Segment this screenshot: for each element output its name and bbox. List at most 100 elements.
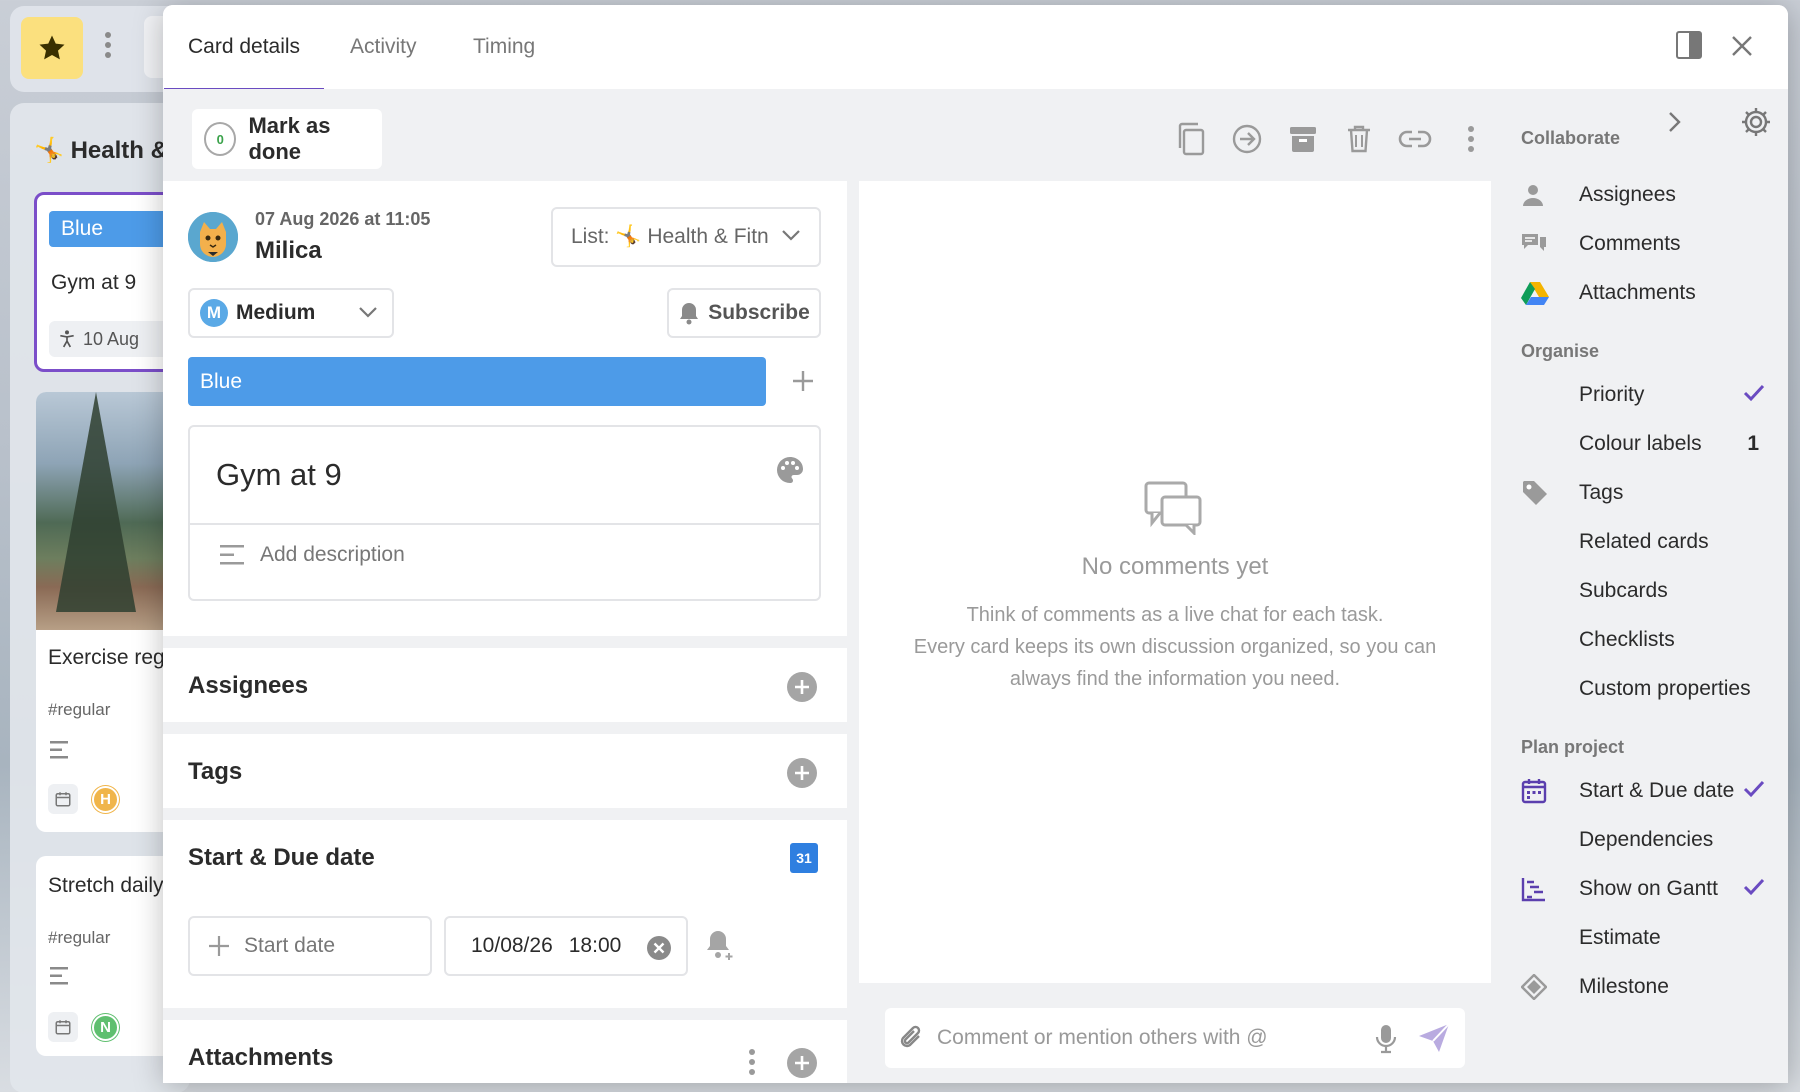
drive-icon [1521, 281, 1561, 305]
exercise-icon [57, 329, 77, 349]
due-date-input[interactable]: 10/08/26 18:00 [444, 916, 688, 976]
section-title: Attachments [188, 1044, 334, 1071]
card-tag: #regular [48, 928, 111, 947]
microphone-icon[interactable] [1375, 1024, 1397, 1054]
add-tag-button[interactable] [787, 758, 817, 788]
move-icon[interactable] [1229, 121, 1265, 157]
sidebar-item-estimate[interactable]: Estimate [1521, 918, 1771, 958]
send-icon[interactable] [1417, 1022, 1451, 1054]
sidebar-item-comments[interactable]: Comments [1521, 224, 1771, 264]
colour-label[interactable]: Blue [188, 357, 766, 406]
comments-empty-icon [1144, 481, 1204, 535]
description-icon [220, 543, 246, 567]
sidebar-item-attachments[interactable]: Attachments [1521, 273, 1771, 313]
more-icon[interactable] [1453, 121, 1489, 157]
calendar-icon [1521, 778, 1561, 804]
board-more-icon[interactable] [104, 30, 112, 60]
archive-icon[interactable] [1285, 121, 1321, 157]
avatar: H [92, 786, 119, 813]
gantt-icon [1521, 876, 1561, 902]
add-attachment-button[interactable] [787, 1048, 817, 1078]
card-title: Gym at 9 [51, 271, 137, 294]
list-select[interactable]: List: 🤸 Health & Fitn [551, 207, 821, 267]
author-name: Milica [255, 237, 322, 264]
sidebar-item-show-on-gantt[interactable]: Show on Gantt [1521, 869, 1771, 909]
calendar-icon [48, 1012, 78, 1042]
bell-icon [678, 301, 700, 325]
sidebar-item-custom-properties[interactable]: Custom properties [1521, 669, 1771, 709]
person-icon [1521, 183, 1561, 207]
delete-icon[interactable] [1341, 121, 1377, 157]
avatar [188, 212, 238, 262]
copy-icon[interactable] [1173, 121, 1209, 157]
card-toolbar [1173, 121, 1489, 157]
sidebar-item-colour-labels[interactable]: Colour labels 1 [1521, 424, 1771, 464]
tab-timing[interactable]: Timing [473, 5, 535, 89]
card-tag: #regular [48, 700, 111, 719]
attachments-section: Attachments [163, 1020, 847, 1083]
sidebar-item-related-cards[interactable]: Related cards [1521, 522, 1771, 562]
star-icon [37, 33, 67, 63]
check-icon [1743, 779, 1765, 799]
priority-select[interactable]: M Medium [188, 288, 394, 338]
card-details-modal: Card details Activity Timing 0 Mark as d… [163, 5, 1788, 1083]
cover-tree [56, 392, 136, 612]
calendar-icon [48, 784, 78, 814]
card-features-sidebar: Collaborate Assignees Comments Attachmen… [1503, 89, 1788, 1083]
tab-activity[interactable]: Activity [350, 5, 417, 89]
sidebar-heading-organise: Organise [1521, 341, 1600, 361]
close-icon[interactable] [1731, 35, 1753, 57]
card-title: Stretch daily [48, 874, 164, 897]
list-title: 🤸 Health & [34, 137, 168, 164]
sidebar-item-priority[interactable]: Priority [1521, 375, 1771, 415]
section-title: Start & Due date [188, 844, 375, 871]
subscribe-button[interactable]: Subscribe [667, 288, 821, 338]
avatar: N [92, 1014, 119, 1041]
comment-input[interactable] [937, 1026, 1337, 1050]
sidebar-heading-collaborate: Collaborate [1521, 128, 1621, 148]
sidebar-item-assignees[interactable]: Assignees [1521, 175, 1771, 215]
tab-card-details[interactable]: Card details [163, 5, 325, 91]
tab-bar: Card details Activity Timing [163, 5, 1788, 91]
plus-icon [208, 935, 230, 957]
paperclip-icon[interactable] [899, 1023, 925, 1053]
card-title[interactable]: Gym at 9 [216, 457, 342, 493]
add-assignee-button[interactable] [787, 672, 817, 702]
favorite-button[interactable] [21, 17, 83, 79]
add-description[interactable]: Add description [220, 543, 405, 567]
start-date-input[interactable]: Start date [188, 916, 432, 976]
priority-badge: M [200, 299, 228, 327]
sidebar-item-dependencies[interactable]: Dependencies [1521, 820, 1771, 860]
comments-icon [1521, 232, 1561, 256]
sidebar-item-start-due-date[interactable]: Start & Due date [1521, 771, 1771, 811]
sidebar-item-checklists[interactable]: Checklists [1521, 620, 1771, 660]
sidebar-item-subcards[interactable]: Subcards [1521, 571, 1771, 611]
card-header-panel: 07 Aug 2026 at 11:05 Milica List: 🤸 Heal… [163, 181, 847, 636]
section-title: Assignees [188, 672, 309, 699]
divider [190, 523, 819, 525]
mark-as-done-button[interactable]: 0 Mark as done [192, 109, 382, 169]
comment-box [885, 1008, 1465, 1068]
empty-state-text: Think of comments as a live chat for eac… [913, 604, 1437, 690]
more-icon[interactable] [748, 1048, 756, 1076]
sidebar-item-tags[interactable]: Tags [1521, 473, 1771, 513]
assignees-section: Assignees [163, 648, 847, 722]
chevron-down-icon [781, 228, 801, 242]
count-badge: 1 [1747, 432, 1759, 455]
milestone-icon [1521, 974, 1561, 1000]
reminder-icon[interactable] [705, 928, 735, 962]
chevron-down-icon [358, 305, 378, 319]
section-title: Tags [188, 758, 243, 785]
check-icon [1743, 877, 1765, 897]
tag-icon [1521, 479, 1561, 507]
add-label-button[interactable] [783, 361, 823, 401]
comments-panel: No comments yet Think of comments as a l… [859, 181, 1491, 983]
palette-icon[interactable] [775, 455, 805, 485]
sidebar-item-milestone[interactable]: Milestone [1521, 967, 1771, 1007]
calendar-app-icon[interactable]: 31 [790, 843, 818, 873]
split-view-icon[interactable] [1676, 31, 1702, 59]
link-icon[interactable] [1397, 121, 1433, 157]
description-icon [50, 740, 72, 760]
dates-section: Start & Due date 31 Start date 10/08/26 … [163, 820, 847, 1008]
clear-icon[interactable] [646, 935, 672, 961]
